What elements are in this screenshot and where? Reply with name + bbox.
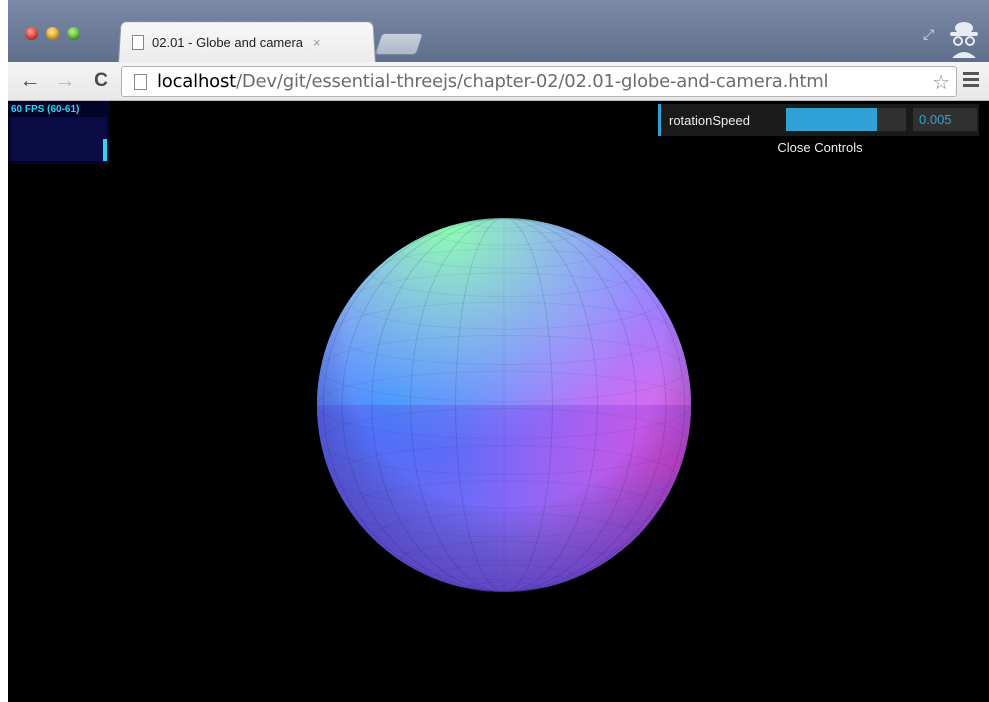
menu-icon[interactable] <box>963 72 979 88</box>
back-button[interactable]: ← <box>17 68 43 94</box>
address-bar[interactable]: localhost/Dev/git/essential-threejs/chap… <box>121 66 957 97</box>
close-controls-button[interactable]: Close Controls <box>661 136 979 160</box>
minimize-window-button[interactable] <box>46 27 59 40</box>
controller-label: rotationSpeed <box>669 112 750 128</box>
browser-window: 02.01 - Globe and camera × ⤢ ← → C local… <box>8 0 989 702</box>
tab-title: 02.01 - Globe and camera <box>152 34 304 50</box>
zoom-window-button[interactable] <box>67 27 80 40</box>
globe-sphere <box>317 218 691 592</box>
new-tab-button[interactable] <box>374 33 424 55</box>
tab-close-icon[interactable]: × <box>313 35 321 50</box>
forward-button[interactable]: → <box>52 68 78 94</box>
dat-gui-panel: rotationSpeed 0.005 Close Controls <box>658 104 979 160</box>
tab-content: 02.01 - Globe and camera × <box>128 22 368 62</box>
browser-toolbar: ← → C localhost/Dev/git/essential-threej… <box>8 62 989 101</box>
close-window-button[interactable] <box>25 27 38 40</box>
url-text: localhost/Dev/git/essential-threejs/chap… <box>157 71 829 92</box>
fullscreen-icon[interactable]: ⤢ <box>923 26 934 43</box>
tab-strip: 02.01 - Globe and camera × ⤢ <box>8 0 989 63</box>
rotation-speed-controller: rotationSpeed 0.005 <box>658 104 979 136</box>
page-icon <box>132 34 144 50</box>
rotation-speed-input[interactable]: 0.005 <box>913 108 977 131</box>
fps-stats-panel[interactable]: 60 FPS (60-61) <box>8 101 110 164</box>
rotation-speed-slider[interactable] <box>786 108 906 131</box>
webgl-canvas[interactable]: 60 FPS (60-61) rotationSpeed 0.005 Close… <box>8 101 989 702</box>
fps-graph <box>11 117 107 161</box>
url-host: localhost <box>157 71 236 92</box>
slider-fill <box>786 108 878 131</box>
page-icon <box>134 73 147 90</box>
fps-graph-bar <box>103 139 107 161</box>
url-path: /Dev/git/essential-threejs/chapter-02/02… <box>236 71 829 92</box>
fps-label: 60 FPS (60-61) <box>11 104 80 115</box>
reload-button[interactable]: C <box>88 68 114 94</box>
bookmark-star-icon[interactable]: ☆ <box>932 70 950 95</box>
incognito-icon <box>950 22 978 58</box>
